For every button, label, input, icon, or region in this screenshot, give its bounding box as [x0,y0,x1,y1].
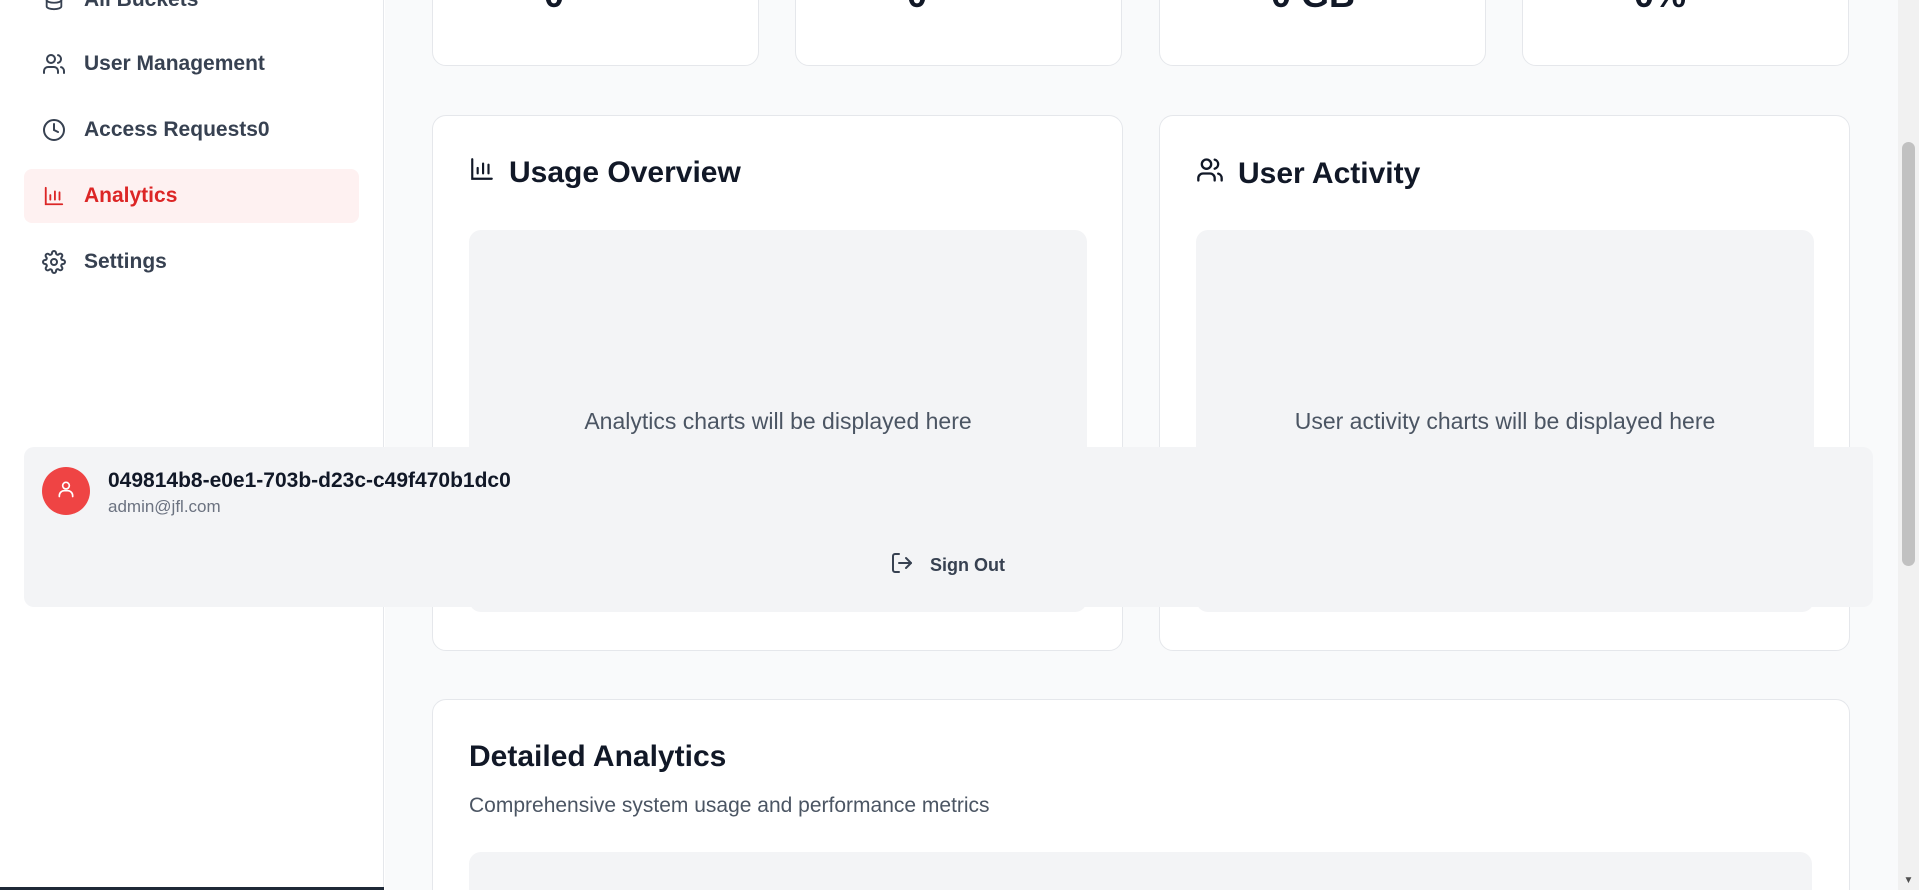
logout-icon [890,551,914,580]
gear-icon [42,250,66,274]
users-icon [1196,156,1224,192]
user-id: 049814b8-e0e1-703b-d23c-c49f470b1dc0 [108,469,511,492]
sidebar: All Buckets User Management Access Reque… [0,0,384,890]
sidebar-item-all-buckets[interactable]: All Buckets [24,0,359,27]
detailed-analytics-title: Detailed Analytics [469,740,727,773]
avatar[interactable] [42,467,90,515]
panel-title: Usage Overview [469,156,741,190]
stat-value: 0 GB [1271,0,1355,15]
sidebar-item-analytics[interactable]: Analytics [24,169,359,223]
placeholder-text: Analytics charts will be displayed here [584,407,972,434]
stat-card-objects: 0 [795,0,1122,66]
sidebar-item-label: Analytics [84,184,178,207]
detailed-analytics-panel: Detailed Analytics Comprehensive system … [432,699,1850,890]
main-content: 0 0 0 GB 0% Usage Overview [385,0,1898,890]
sidebar-item-settings[interactable]: Settings [24,235,359,289]
stat-card-usage: 0% [1522,0,1849,66]
sign-out-button[interactable]: Sign Out [890,547,1005,583]
user-email: admin@jfl.com [108,497,221,516]
stat-value: 0 [907,0,927,15]
stat-value: 0 [544,0,564,15]
sidebar-item-label: User Management [84,52,265,75]
bar-chart-icon [469,156,495,190]
user-icon [56,479,76,504]
detailed-analytics-content [469,852,1812,890]
database-icon [42,0,66,12]
app-root: All Buckets User Management Access Reque… [0,0,1919,890]
stat-value: 0% [1634,0,1686,15]
user-menu-panel: 049814b8-e0e1-703b-d23c-c49f470b1dc0 adm… [24,447,1873,607]
sign-out-label: Sign Out [930,554,1005,575]
sidebar-item-label: All Buckets [84,0,198,12]
sidebar-item-access-requests[interactable]: Access Requests0 [24,103,359,157]
sidebar-item-label: Access Requests0 [84,118,270,141]
usage-overview-title: Usage Overview [509,156,741,189]
scroll-down-arrow-icon[interactable]: ▼ [1902,874,1915,886]
sidebar-item-label: Settings [84,250,167,273]
stat-card-buckets: 0 [432,0,759,66]
placeholder-text: User activity charts will be displayed h… [1294,407,1716,434]
vertical-scrollbar[interactable]: ▼ [1898,0,1919,890]
user-activity-title: User Activity [1238,157,1421,190]
clock-icon [42,118,66,142]
stat-card-storage: 0 GB [1159,0,1486,66]
panel-title: User Activity [1196,156,1420,192]
users-icon [42,52,66,76]
scrollbar-thumb[interactable] [1902,142,1915,566]
bar-chart-icon [42,184,66,208]
detailed-analytics-subtitle: Comprehensive system usage and performan… [469,794,990,817]
sidebar-item-user-management[interactable]: User Management [24,37,359,91]
